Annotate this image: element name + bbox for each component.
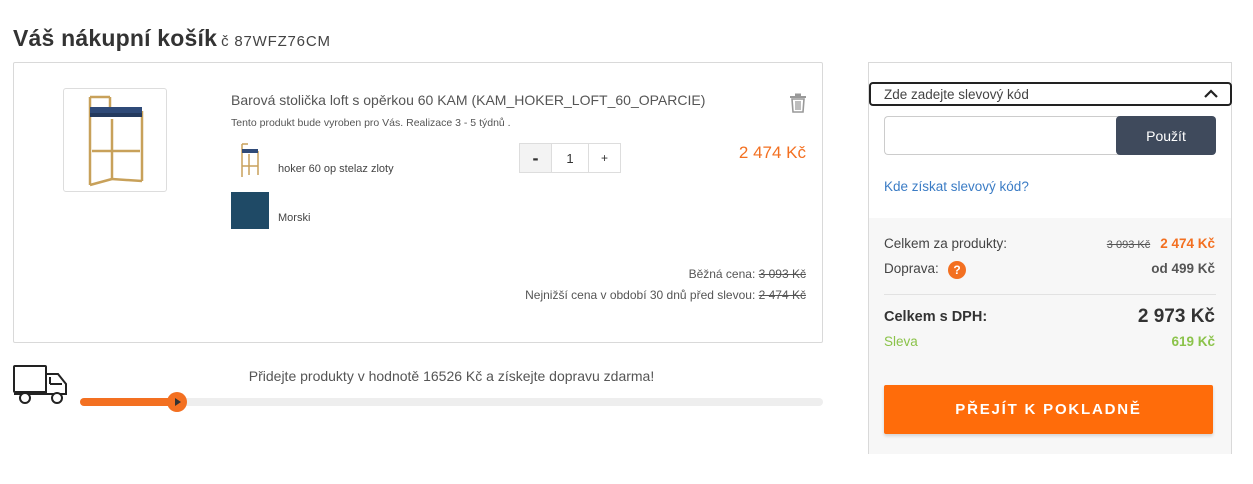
option-frame-label: hoker 60 op stelaz zloty [278,163,394,175]
progress-knob[interactable] [166,392,187,412]
discount-value: 619 Kč [1171,334,1215,349]
page-title: Váš nákupní košík č 87WFZ76CM [13,25,331,52]
regular-price-value: 3 093 Kč [758,267,806,281]
lowest-price: Nejnižší cena v období 30 dnů před slevo… [525,288,806,302]
coupon-code-input[interactable] [884,116,1119,155]
products-total-label: Celkem za produkty: [884,236,1008,251]
delivery-truck-icon [13,365,67,404]
free-shipping-message: Přidejte produkty v hodnotě 16526 Kč a z… [248,368,655,384]
page-title-text: Váš nákupní košík [13,25,218,51]
checkout-button[interactable]: PŘEJÍT K POKLADNĚ [884,385,1213,434]
grand-total-label: Celkem s DPH: [884,309,988,325]
product-thumbnail[interactable] [63,88,167,192]
chevron-up-icon [1204,89,1218,98]
order-summary: Zde zadejte slevový kód Použít Kde získa… [868,62,1232,454]
shipping-value: od 499 Kč [1151,261,1215,276]
free-shipping-progress [80,392,823,412]
products-new-total: 2 474 Kč [1160,236,1215,251]
shipping-help-icon[interactable]: ? [948,261,966,279]
coupon-help-link[interactable]: Kde získat slevový kód? [884,179,1029,194]
totals-panel: Celkem za produkty: 3 093 Kč 2 474 Kč Dop… [869,218,1231,454]
coupon-toggle-label: Zde zadejte slevový kód [884,87,1029,102]
regular-price-label: Běžná cena: [688,267,756,281]
progress-fill [80,398,177,406]
production-note: Tento produkt bude vyroben pro Vás. Real… [231,117,511,129]
quantity-input[interactable] [552,143,588,173]
order-code: č 87WFZ76CM [221,33,331,50]
cart-item-card: Barová stolička loft s opěrkou 60 KAM (K… [13,62,823,343]
products-old-total: 3 093 Kč [1106,239,1151,251]
item-price: 2 474 Kč [738,143,806,162]
trash-icon[interactable] [789,93,807,113]
regular-price: Běžná cena: 3 093 Kč [689,267,806,281]
lowest-price-label: Nejnižší cena v období 30 dnů před slevo… [525,288,756,302]
stool-frame-swatch [231,142,269,179]
option-fabric-label: Morski [278,212,311,224]
apply-coupon-button[interactable]: Použít [1116,116,1216,155]
quantity-decrease-button[interactable]: - [519,143,552,173]
coupon-toggle[interactable]: Zde zadejte slevový kód [869,82,1232,106]
divider [884,294,1216,295]
bar-stool-image [88,95,144,187]
product-name[interactable]: Barová stolička loft s opěrkou 60 KAM (K… [231,92,705,108]
discount-label: Sleva [884,334,918,349]
grand-total-value: 2 973 Kč [1137,306,1215,327]
lowest-price-value: 2 474 Kč [758,288,806,302]
quantity-stepper: - + [519,143,621,173]
quantity-increase-button[interactable]: + [588,143,621,173]
products-total: 3 093 Kč 2 474 Kč [1107,236,1215,251]
play-arrow-icon [174,398,181,406]
shipping-label: Doprava: [884,261,939,276]
fabric-swatch [231,192,269,229]
